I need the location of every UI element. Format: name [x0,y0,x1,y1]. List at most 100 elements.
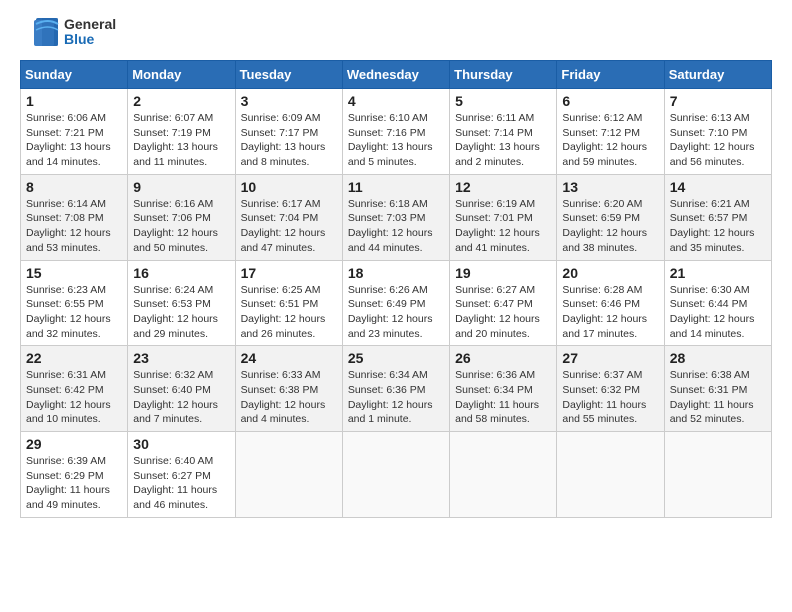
calendar-cell: 9Sunrise: 6:16 AM Sunset: 7:06 PM Daylig… [128,174,235,260]
logo-icon [20,16,60,48]
calendar-cell: 16 Sunrise: 6:24 AM Sunset: 6:53 PM Dayli… [128,260,235,346]
day-number: 22 [26,350,122,366]
day-of-week-monday: Monday [128,61,235,89]
calendar-week-5: 29 Sunrise: 6:39 AM Sunset: 6:29 PM Dayli… [21,432,772,518]
calendar-cell [342,432,449,518]
day-number: 14 [670,179,766,195]
day-number: 13 [562,179,658,195]
calendar-cell: 6 Sunrise: 6:12 AM Sunset: 7:12 PM Daylig… [557,89,664,175]
day-number: 20 [562,265,658,281]
calendar-cell: 21 Sunrise: 6:30 AM Sunset: 6:44 PM Dayli… [664,260,771,346]
day-number: 7 [670,93,766,109]
calendar-cell: 17Sunrise: 6:25 AM Sunset: 6:51 PM Dayli… [235,260,342,346]
calendar-cell: 3Sunrise: 6:09 AM Sunset: 7:17 PM Daylig… [235,89,342,175]
calendar-cell: 30Sunrise: 6:40 AM Sunset: 6:27 PM Dayli… [128,432,235,518]
day-info: Sunrise: 6:13 AM Sunset: 7:10 PM Dayligh… [670,111,766,170]
calendar-cell: 20Sunrise: 6:28 AM Sunset: 6:46 PM Dayli… [557,260,664,346]
day-info: Sunrise: 6:38 AM Sunset: 6:31 PM Dayligh… [670,368,766,427]
day-info: Sunrise: 6:20 AM Sunset: 6:59 PM Dayligh… [562,197,658,256]
day-number: 16 [133,265,229,281]
day-number: 23 [133,350,229,366]
day-info: Sunrise: 6:27 AM Sunset: 6:47 PM Dayligh… [455,283,551,342]
day-info: Sunrise: 6:37 AM Sunset: 6:32 PM Dayligh… [562,368,658,427]
day-number: 18 [348,265,444,281]
day-info: Sunrise: 6:10 AM Sunset: 7:16 PM Dayligh… [348,111,444,170]
day-number: 10 [241,179,337,195]
day-info: Sunrise: 6:25 AM Sunset: 6:51 PM Dayligh… [241,283,337,342]
calendar-cell: 5 Sunrise: 6:11 AM Sunset: 7:14 PM Daylig… [450,89,557,175]
day-info: Sunrise: 6:21 AM Sunset: 6:57 PM Dayligh… [670,197,766,256]
day-number: 28 [670,350,766,366]
day-info: Sunrise: 6:12 AM Sunset: 7:12 PM Dayligh… [562,111,658,170]
logo-text: General Blue [64,17,116,48]
calendar-cell: 13 Sunrise: 6:20 AM Sunset: 6:59 PM Dayli… [557,174,664,260]
day-number: 1 [26,93,122,109]
day-number: 6 [562,93,658,109]
day-of-week-saturday: Saturday [664,61,771,89]
day-number: 25 [348,350,444,366]
calendar-cell: 19Sunrise: 6:27 AM Sunset: 6:47 PM Dayli… [450,260,557,346]
day-number: 4 [348,93,444,109]
day-info: Sunrise: 6:24 AM Sunset: 6:53 PM Dayligh… [133,283,229,342]
page-header: General Blue [20,16,772,48]
day-info: Sunrise: 6:23 AM Sunset: 6:55 PM Dayligh… [26,283,122,342]
calendar-cell: 23 Sunrise: 6:32 AM Sunset: 6:40 PM Dayli… [128,346,235,432]
calendar-week-4: 22 Sunrise: 6:31 AM Sunset: 6:42 PM Dayli… [21,346,772,432]
calendar-week-1: 1 Sunrise: 6:06 AM Sunset: 7:21 PM Daylig… [21,89,772,175]
calendar-cell [450,432,557,518]
calendar-cell: 18 Sunrise: 6:26 AM Sunset: 6:49 PM Dayli… [342,260,449,346]
calendar-cell: 4 Sunrise: 6:10 AM Sunset: 7:16 PM Daylig… [342,89,449,175]
calendar-cell: 8 Sunrise: 6:14 AM Sunset: 7:08 PM Daylig… [21,174,128,260]
day-number: 26 [455,350,551,366]
day-info: Sunrise: 6:40 AM Sunset: 6:27 PM Dayligh… [133,454,229,513]
calendar-week-3: 15 Sunrise: 6:23 AM Sunset: 6:55 PM Dayli… [21,260,772,346]
day-info: Sunrise: 6:26 AM Sunset: 6:49 PM Dayligh… [348,283,444,342]
day-info: Sunrise: 6:30 AM Sunset: 6:44 PM Dayligh… [670,283,766,342]
day-number: 29 [26,436,122,452]
day-number: 11 [348,179,444,195]
day-number: 21 [670,265,766,281]
calendar-cell: 2 Sunrise: 6:07 AM Sunset: 7:19 PM Daylig… [128,89,235,175]
day-number: 8 [26,179,122,195]
calendar-cell: 1 Sunrise: 6:06 AM Sunset: 7:21 PM Daylig… [21,89,128,175]
day-info: Sunrise: 6:36 AM Sunset: 6:34 PM Dayligh… [455,368,551,427]
day-info: Sunrise: 6:32 AM Sunset: 6:40 PM Dayligh… [133,368,229,427]
day-info: Sunrise: 6:39 AM Sunset: 6:29 PM Dayligh… [26,454,122,513]
day-info: Sunrise: 6:06 AM Sunset: 7:21 PM Dayligh… [26,111,122,170]
calendar-week-2: 8 Sunrise: 6:14 AM Sunset: 7:08 PM Daylig… [21,174,772,260]
day-info: Sunrise: 6:19 AM Sunset: 7:01 PM Dayligh… [455,197,551,256]
day-of-week-wednesday: Wednesday [342,61,449,89]
day-info: Sunrise: 6:07 AM Sunset: 7:19 PM Dayligh… [133,111,229,170]
calendar-cell [557,432,664,518]
day-info: Sunrise: 6:09 AM Sunset: 7:17 PM Dayligh… [241,111,337,170]
day-info: Sunrise: 6:34 AM Sunset: 6:36 PM Dayligh… [348,368,444,427]
day-info: Sunrise: 6:33 AM Sunset: 6:38 PM Dayligh… [241,368,337,427]
calendar-cell: 29 Sunrise: 6:39 AM Sunset: 6:29 PM Dayli… [21,432,128,518]
day-of-week-friday: Friday [557,61,664,89]
calendar-cell: 22 Sunrise: 6:31 AM Sunset: 6:42 PM Dayli… [21,346,128,432]
days-of-week-row: SundayMondayTuesdayWednesdayThursdayFrid… [21,61,772,89]
day-info: Sunrise: 6:31 AM Sunset: 6:42 PM Dayligh… [26,368,122,427]
calendar-cell: 25 Sunrise: 6:34 AM Sunset: 6:36 PM Dayli… [342,346,449,432]
calendar-cell: 11Sunrise: 6:18 AM Sunset: 7:03 PM Dayli… [342,174,449,260]
calendar-cell: 7 Sunrise: 6:13 AM Sunset: 7:10 PM Daylig… [664,89,771,175]
day-info: Sunrise: 6:11 AM Sunset: 7:14 PM Dayligh… [455,111,551,170]
day-number: 12 [455,179,551,195]
calendar-cell: 26 Sunrise: 6:36 AM Sunset: 6:34 PM Dayli… [450,346,557,432]
calendar-cell [235,432,342,518]
day-number: 5 [455,93,551,109]
calendar-table: SundayMondayTuesdayWednesdayThursdayFrid… [20,60,772,518]
day-info: Sunrise: 6:17 AM Sunset: 7:04 PM Dayligh… [241,197,337,256]
calendar-cell: 27 Sunrise: 6:37 AM Sunset: 6:32 PM Dayli… [557,346,664,432]
day-number: 15 [26,265,122,281]
day-of-week-thursday: Thursday [450,61,557,89]
calendar-body: 1 Sunrise: 6:06 AM Sunset: 7:21 PM Daylig… [21,89,772,518]
day-number: 9 [133,179,229,195]
calendar-cell: 24Sunrise: 6:33 AM Sunset: 6:38 PM Dayli… [235,346,342,432]
day-number: 27 [562,350,658,366]
day-number: 2 [133,93,229,109]
calendar-cell: 14 Sunrise: 6:21 AM Sunset: 6:57 PM Dayli… [664,174,771,260]
calendar-cell [664,432,771,518]
day-info: Sunrise: 6:14 AM Sunset: 7:08 PM Dayligh… [26,197,122,256]
logo: General Blue [20,16,116,48]
